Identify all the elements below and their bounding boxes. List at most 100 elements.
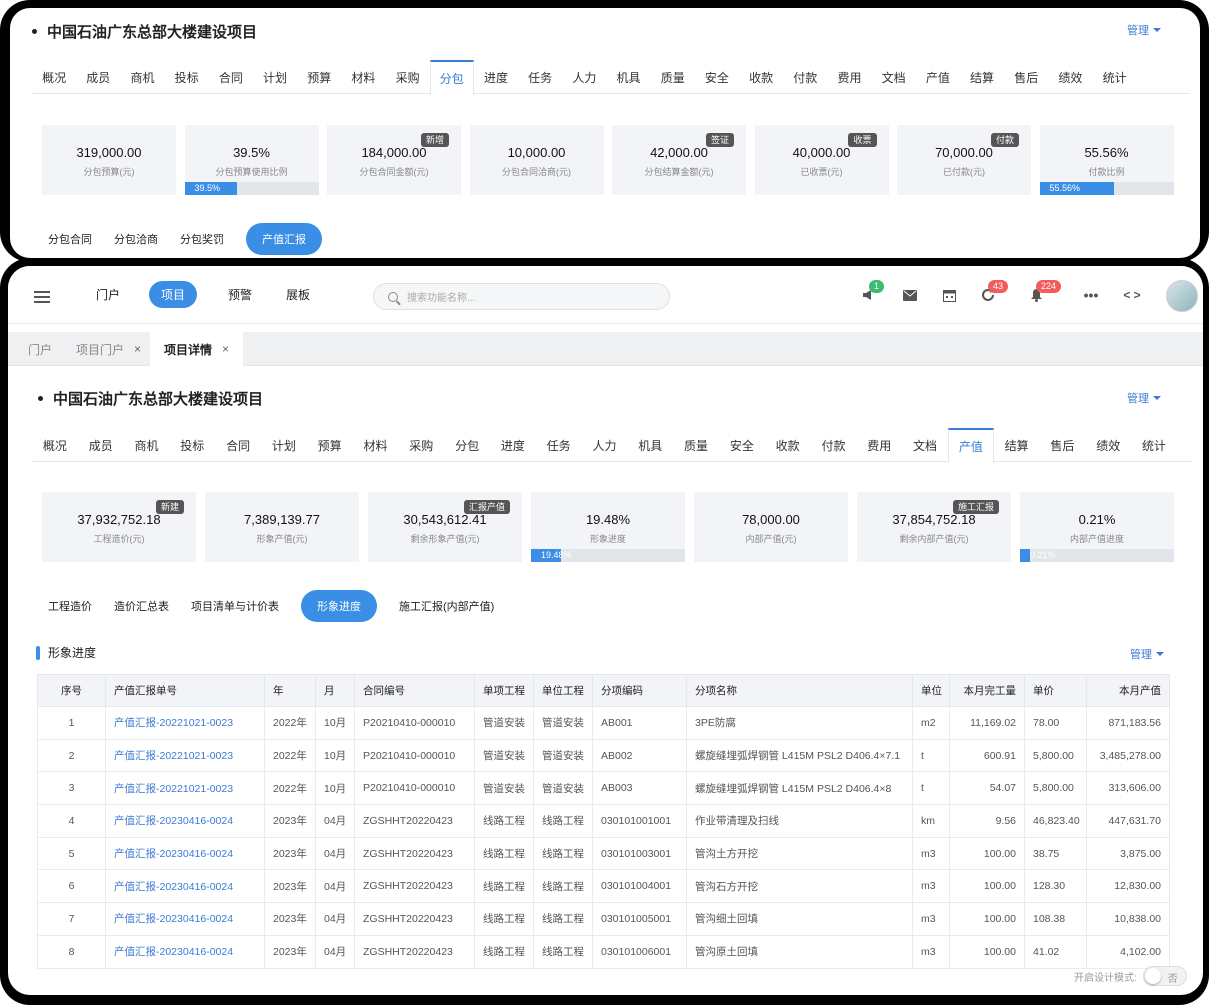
tab-23[interactable]: 绩效 [1048,60,1092,94]
tab-14[interactable]: 质量 [651,60,695,94]
tab-14[interactable]: 质量 [673,428,719,462]
tab-1[interactable]: 成员 [78,428,124,462]
more-icon[interactable]: ••• [1082,286,1100,304]
tab-7[interactable]: 材料 [353,428,399,462]
code-icon[interactable]: < > [1121,286,1143,304]
subtab-2[interactable]: 项目清单与计价表 [191,598,279,614]
manage-dropdown[interactable]: 管理 [1127,22,1161,38]
tab-4[interactable]: 合同 [209,60,253,94]
table-cell: AB003 [592,771,687,806]
tab-19[interactable]: 文档 [902,428,948,462]
stat-badge[interactable]: 新建 [155,500,184,514]
tab-17[interactable]: 付款 [811,428,857,462]
tab-0[interactable]: 概况 [32,60,76,94]
tab-22[interactable]: 售后 [1004,60,1048,94]
tab-8[interactable]: 采购 [386,60,430,94]
tab-23[interactable]: 绩效 [1085,428,1131,462]
tab-11[interactable]: 任务 [536,428,582,462]
tab-17[interactable]: 付款 [783,60,827,94]
design-mode-toggle[interactable]: 否 [1142,966,1187,986]
tab-22[interactable]: 售后 [1040,428,1086,462]
bell-icon[interactable]: 224 [1027,280,1062,304]
tab-10[interactable]: 进度 [474,60,518,94]
stat-badge[interactable]: 汇报产值 [463,500,510,514]
tab-13[interactable]: 机具 [627,428,673,462]
report-link[interactable]: 产值汇报-20230416-0024 [114,946,233,958]
tab-0[interactable]: 概况 [32,428,78,462]
calendar-icon[interactable] [940,286,958,304]
tab-20[interactable]: 产值 [947,428,994,463]
tab-16[interactable]: 收款 [739,60,783,94]
search-input[interactable]: 搜索功能名称... [373,283,670,310]
tab-18[interactable]: 费用 [856,428,902,462]
tab-5[interactable]: 计划 [253,60,297,94]
report-link[interactable]: 产值汇报-20230416-0024 [114,881,233,893]
page-tab-project-portal[interactable]: 项目门户 × [76,332,141,366]
subtab-0[interactable]: 工程造价 [48,598,92,614]
report-link[interactable]: 产值汇报-20221021-0023 [114,750,233,762]
manage-dropdown[interactable]: 管理 [1127,390,1161,406]
subtab-2[interactable]: 分包奖罚 [180,231,224,247]
subtab-3[interactable]: 产值汇报 [246,223,322,255]
tab-10[interactable]: 进度 [490,428,536,462]
tab-5[interactable]: 计划 [261,428,307,462]
report-link[interactable]: 产值汇报-20230416-0024 [114,913,233,925]
nav-warning[interactable]: 预警 [228,286,252,303]
subtab-4[interactable]: 施工汇报(内部产值) [399,598,494,614]
tab-24[interactable]: 统计 [1131,428,1177,462]
mail-icon[interactable] [901,286,919,304]
megaphone-icon[interactable]: 1 [860,280,885,304]
tab-7[interactable]: 材料 [341,60,385,94]
tab-3[interactable]: 投标 [165,60,209,94]
close-icon[interactable]: × [134,342,141,356]
tab-4[interactable]: 合同 [215,428,261,462]
tab-20[interactable]: 产值 [916,60,960,94]
table-manage-dropdown[interactable]: 管理 [1130,646,1164,662]
tab-21[interactable]: 结算 [994,428,1040,462]
tab-9[interactable]: 分包 [444,428,490,462]
close-icon[interactable]: × [222,342,229,356]
tab-15[interactable]: 安全 [719,428,765,462]
tab-19[interactable]: 文档 [872,60,916,94]
page-tab-portal[interactable]: 门户 [28,332,52,366]
tab-21[interactable]: 结算 [960,60,1004,94]
subtab-0[interactable]: 分包合同 [48,231,92,247]
tab-1[interactable]: 成员 [76,60,120,94]
stat-badge[interactable]: 收票 [848,133,877,147]
tab-6[interactable]: 预算 [307,428,353,462]
report-link[interactable]: 产值汇报-20221021-0023 [114,783,233,795]
subtab-1[interactable]: 造价汇总表 [114,598,169,614]
tab-12[interactable]: 人力 [582,428,628,462]
stat-badge[interactable]: 签证 [705,133,734,147]
tab-15[interactable]: 安全 [695,60,739,94]
tab-11[interactable]: 任务 [518,60,562,94]
table-cell: 030101003001 [592,836,687,871]
stat-badge[interactable]: 新增 [420,133,449,147]
subtab-1[interactable]: 分包洽商 [114,231,158,247]
nav-board[interactable]: 展板 [286,286,310,303]
tab-8[interactable]: 采购 [398,428,444,462]
tab-12[interactable]: 人力 [562,60,606,94]
refresh-icon[interactable]: 43 [979,280,1009,304]
tab-3[interactable]: 投标 [169,428,215,462]
menu-icon[interactable] [34,291,50,306]
report-link[interactable]: 产值汇报-20230416-0024 [114,815,233,827]
stat-badge[interactable]: 施工汇报 [952,500,999,514]
tab-2[interactable]: 商机 [120,60,164,94]
tab-13[interactable]: 机具 [606,60,650,94]
tab-24[interactable]: 统计 [1093,60,1137,94]
tab-6[interactable]: 预算 [297,60,341,94]
report-link[interactable]: 产值汇报-20221021-0023 [114,717,233,729]
tab-16[interactable]: 收款 [765,428,811,462]
table-cell: t [912,771,950,806]
tab-2[interactable]: 商机 [124,428,170,462]
report-link[interactable]: 产值汇报-20230416-0024 [114,848,233,860]
stat-badge[interactable]: 付款 [990,133,1019,147]
avatar[interactable] [1166,280,1198,312]
tab-18[interactable]: 费用 [827,60,871,94]
page-tab-project-detail[interactable]: 项目详情 × [150,332,244,366]
subtab-3[interactable]: 形象进度 [301,590,377,622]
tab-9[interactable]: 分包 [429,60,474,95]
nav-project[interactable]: 项目 [149,281,198,308]
nav-portal[interactable]: 门户 [96,286,120,303]
